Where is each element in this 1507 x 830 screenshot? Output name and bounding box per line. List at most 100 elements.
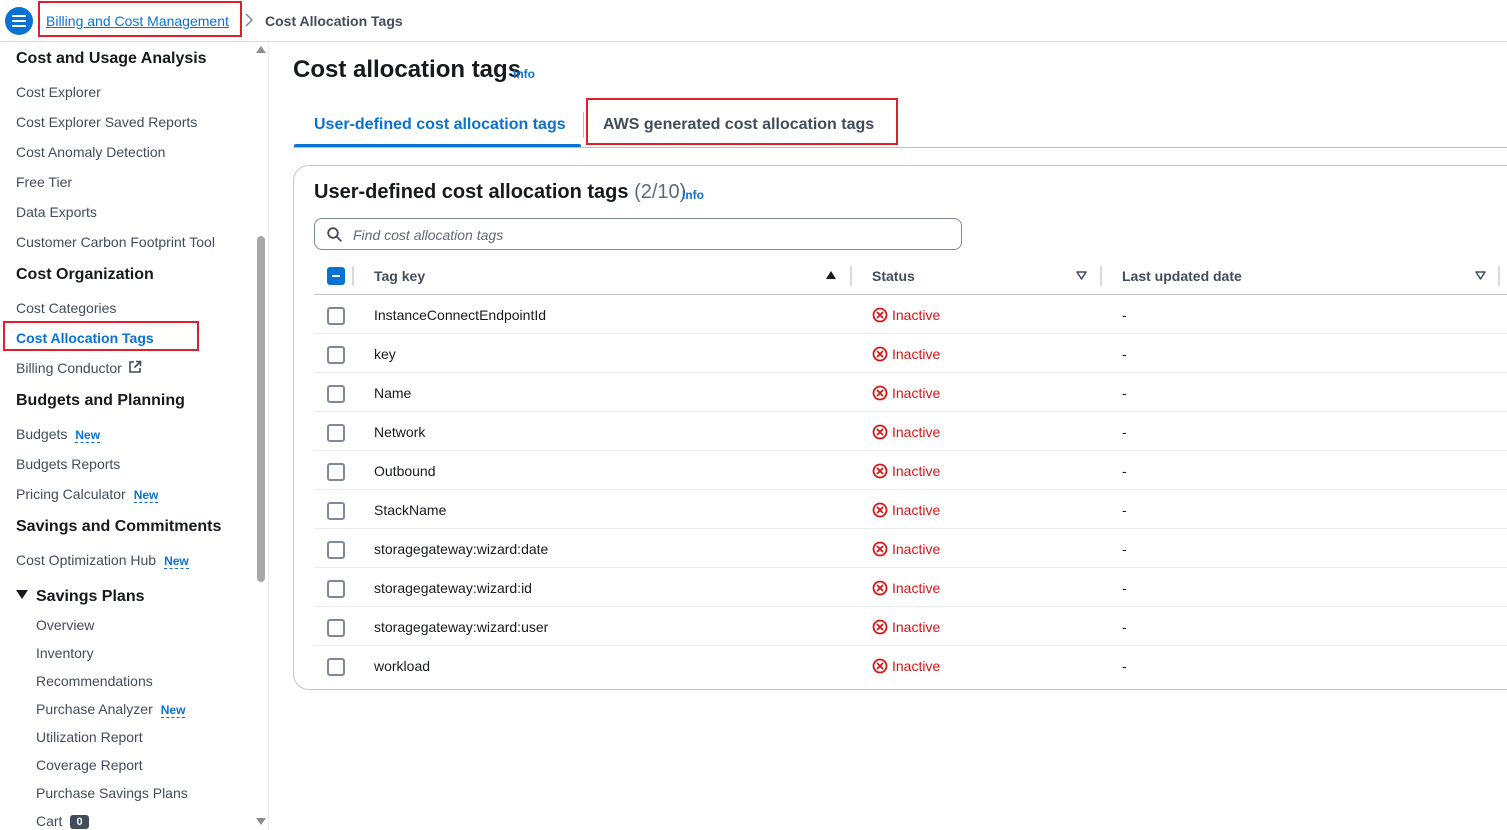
last-updated-cell: -	[1122, 541, 1127, 557]
tab-user-defined[interactable]: User-defined cost allocation tags	[314, 116, 566, 134]
new-badge: New	[133, 488, 159, 503]
table-header-divider	[314, 294, 1507, 295]
sidebar-item-cost-optimization-hub[interactable]: Cost Optimization Hub New	[16, 552, 189, 569]
sidebar-item-recommendations[interactable]: Recommendations	[36, 673, 153, 689]
sidebar-item-anomaly-detection[interactable]: Cost Anomaly Detection	[16, 144, 165, 160]
sidebar-item-overview[interactable]: Overview	[36, 617, 94, 633]
status-text: Inactive	[892, 463, 941, 479]
status-text: Inactive	[892, 619, 941, 635]
error-circle-icon	[872, 619, 888, 635]
column-header-last-updated[interactable]: Last updated date	[1122, 268, 1242, 284]
sidebar-item-budgets[interactable]: Budgets New	[16, 426, 101, 443]
search-field[interactable]	[314, 218, 962, 251]
scroll-up-icon[interactable]	[256, 46, 266, 53]
row-checkbox[interactable]	[327, 619, 345, 637]
tab-aws-generated[interactable]: AWS generated cost allocation tags	[603, 116, 874, 134]
sidebar-item-label: Cart	[36, 813, 63, 829]
error-circle-icon	[872, 346, 888, 362]
error-circle-icon	[872, 424, 888, 440]
sidebar-item-utilization-report[interactable]: Utilization Report	[36, 729, 143, 745]
status-text: Inactive	[892, 658, 941, 674]
last-updated-cell: -	[1122, 307, 1127, 323]
row-checkbox[interactable]	[327, 541, 345, 559]
row-divider	[314, 645, 1507, 646]
sidebar-item-saved-reports[interactable]: Cost Explorer Saved Reports	[16, 114, 197, 130]
error-circle-icon	[872, 502, 888, 518]
row-divider	[314, 372, 1507, 373]
row-checkbox[interactable]	[327, 307, 345, 325]
column-header-status[interactable]: Status	[872, 268, 915, 284]
row-divider	[314, 450, 1507, 451]
tag-key-cell: InstanceConnectEndpointId	[374, 307, 547, 323]
row-divider	[314, 606, 1507, 607]
nav-section-budgets-planning: Budgets and Planning	[16, 392, 185, 409]
row-checkbox[interactable]	[327, 424, 345, 442]
scroll-down-icon[interactable]	[256, 818, 266, 825]
tag-key-cell: StackName	[374, 502, 447, 518]
status-cell: Inactive	[872, 541, 940, 557]
status-text: Inactive	[892, 502, 941, 518]
sidebar-item-cost-categories[interactable]: Cost Categories	[16, 300, 116, 316]
sort-ascending-icon[interactable]	[826, 271, 836, 279]
column-header-tag-key[interactable]: Tag key	[374, 268, 425, 284]
sidebar-item-carbon-footprint[interactable]: Customer Carbon Footprint Tool	[16, 234, 215, 250]
top-bar: Billing and Cost Management Cost Allocat…	[0, 0, 1507, 42]
row-checkbox[interactable]	[327, 385, 345, 403]
column-divider	[1100, 266, 1102, 286]
panel-title: User-defined cost allocation tags (2/10)	[314, 181, 686, 204]
tag-key-cell: Outbound	[374, 463, 436, 479]
sidebar-item-label: Billing Conductor	[16, 360, 122, 376]
sort-toggle-icon[interactable]	[1475, 271, 1486, 280]
search-input[interactable]	[351, 219, 955, 251]
sort-toggle-icon[interactable]	[1076, 271, 1087, 280]
page-info-link[interactable]: Info	[513, 67, 535, 81]
sidebar-item-cart[interactable]: Cart 0	[36, 813, 89, 829]
nav-section-savings-commitments: Savings and Commitments	[16, 518, 222, 535]
scrollbar-thumb[interactable]	[257, 236, 265, 582]
sidebar-item-budgets-reports[interactable]: Budgets Reports	[16, 456, 120, 472]
last-updated-cell: -	[1122, 580, 1127, 596]
row-checkbox[interactable]	[327, 502, 345, 520]
panel-title-text: User-defined cost allocation tags	[314, 181, 629, 203]
sidebar-item-inventory[interactable]: Inventory	[36, 645, 94, 661]
menu-icon[interactable]	[5, 7, 33, 35]
sidebar-item-pricing-calculator[interactable]: Pricing Calculator New	[16, 486, 159, 503]
sidebar-item-free-tier[interactable]: Free Tier	[16, 174, 72, 190]
error-circle-icon	[872, 307, 888, 323]
sidebar-item-billing-conductor[interactable]: Billing Conductor	[16, 360, 142, 376]
sidebar-item-purchase-analyzer[interactable]: Purchase Analyzer New	[36, 701, 186, 718]
status-text: Inactive	[892, 346, 941, 362]
column-divider	[352, 266, 354, 286]
error-circle-icon	[872, 463, 888, 479]
savings-plans-toggle[interactable]: Savings Plans	[16, 588, 145, 606]
panel-info-link[interactable]: Info	[682, 188, 704, 202]
sidebar-item-cost-allocation-tags[interactable]: Cost Allocation Tags	[16, 330, 154, 346]
row-checkbox[interactable]	[327, 580, 345, 598]
tag-key-cell: key	[374, 346, 396, 362]
sidebar-item-data-exports[interactable]: Data Exports	[16, 204, 97, 220]
status-cell: Inactive	[872, 463, 940, 479]
status-cell: Inactive	[872, 307, 940, 323]
select-all-checkbox[interactable]	[327, 267, 345, 285]
sidebar-item-cost-explorer[interactable]: Cost Explorer	[16, 84, 101, 100]
breadcrumb-billing-link[interactable]: Billing and Cost Management	[46, 13, 229, 29]
status-cell: Inactive	[872, 385, 940, 401]
status-text: Inactive	[892, 541, 941, 557]
row-divider	[314, 567, 1507, 568]
nav-section-cost-organization: Cost Organization	[16, 266, 154, 283]
cart-count-badge: 0	[70, 815, 89, 829]
sidebar-item-purchase-savings-plans[interactable]: Purchase Savings Plans	[36, 785, 188, 801]
row-checkbox[interactable]	[327, 463, 345, 481]
last-updated-cell: -	[1122, 346, 1127, 362]
last-updated-cell: -	[1122, 619, 1127, 635]
row-checkbox[interactable]	[327, 658, 345, 676]
sidebar-item-coverage-report[interactable]: Coverage Report	[36, 757, 143, 773]
status-cell: Inactive	[872, 580, 940, 596]
sidebar-item-label: Budgets	[16, 426, 68, 442]
external-link-icon	[129, 360, 142, 373]
row-checkbox[interactable]	[327, 346, 345, 364]
last-updated-cell: -	[1122, 502, 1127, 518]
tag-key-cell: Network	[374, 424, 426, 440]
new-badge: New	[164, 554, 189, 569]
tab-divider	[583, 112, 584, 138]
